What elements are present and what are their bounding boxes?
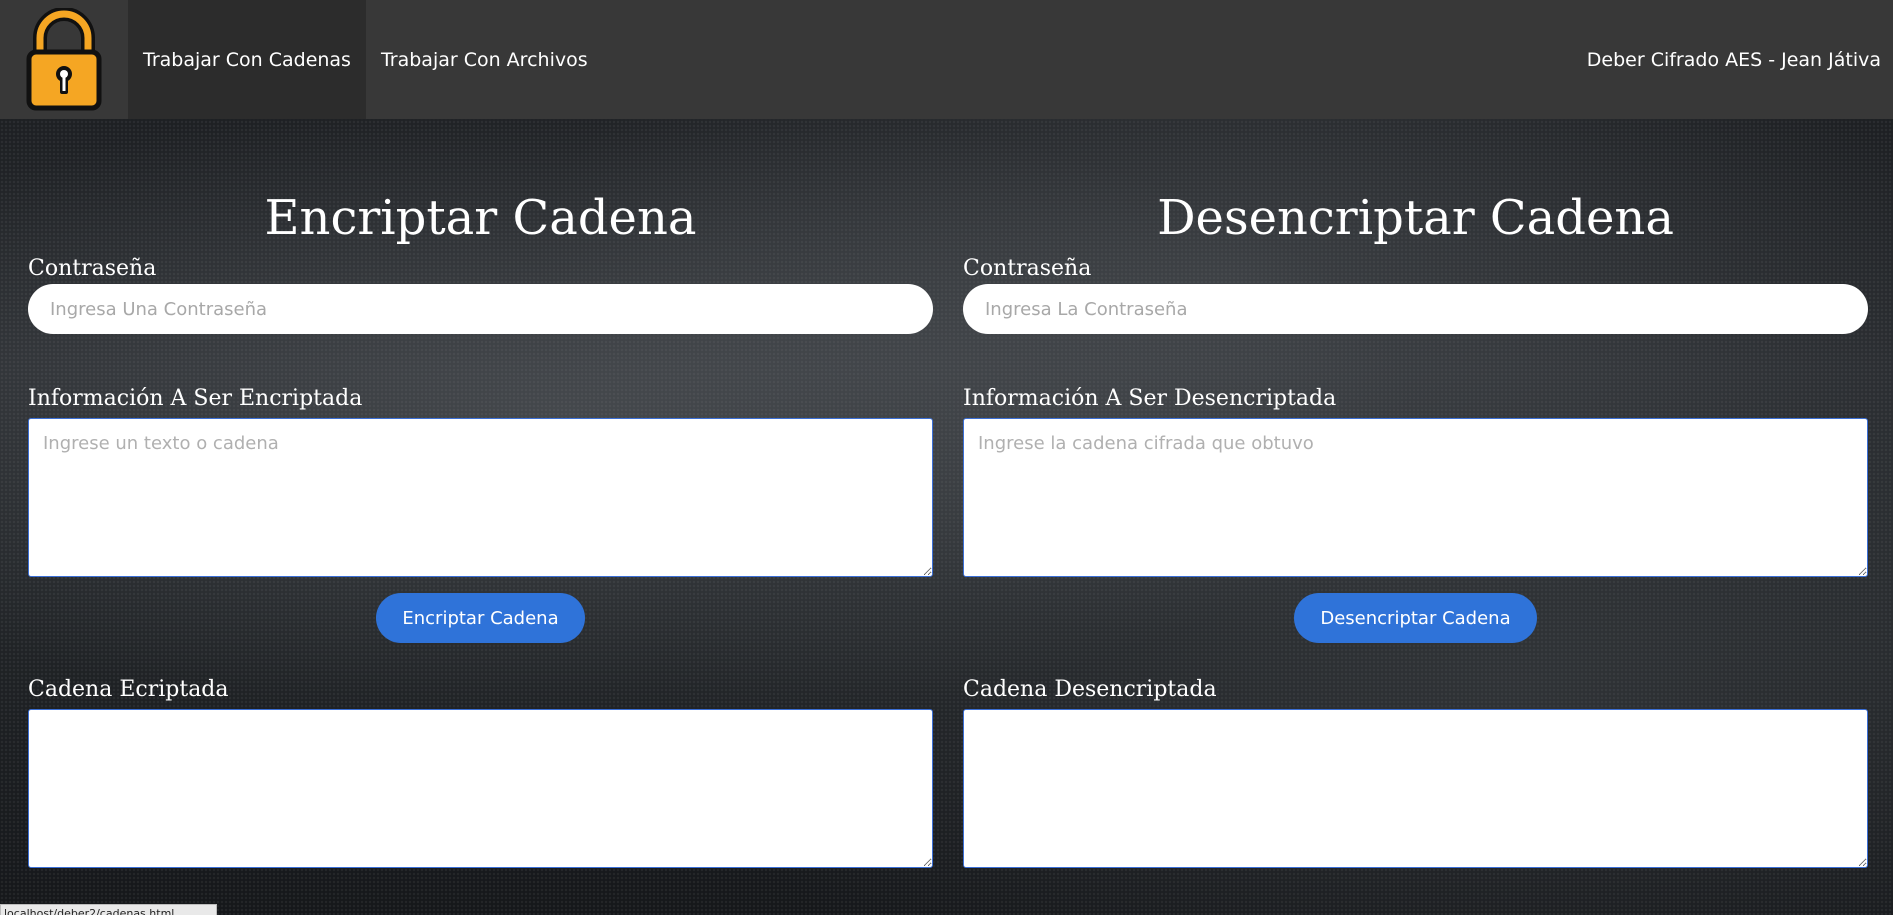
- decrypt-title: Desencriptar Cadena: [1157, 190, 1674, 246]
- decrypt-info-textarea[interactable]: [963, 418, 1868, 577]
- encrypt-info-label: Información A Ser Encriptada: [28, 386, 363, 411]
- decrypt-result-textarea[interactable]: [963, 709, 1868, 868]
- encrypt-result-textarea[interactable]: [28, 709, 933, 868]
- encrypt-title: Encriptar Cadena: [264, 190, 697, 246]
- decrypt-button-row: Desencriptar Cadena: [963, 593, 1868, 643]
- encrypt-info-textarea[interactable]: [28, 418, 933, 577]
- decrypt-button[interactable]: Desencriptar Cadena: [1294, 593, 1537, 643]
- navbar-author-text: Deber Cifrado AES - Jean Játiva: [1586, 48, 1881, 71]
- encrypt-panel: Encriptar Cadena Contraseña Información …: [28, 185, 933, 868]
- status-bar-url: localhost/deber2/cadenas.html: [0, 904, 217, 915]
- encrypt-password-label: Contraseña: [28, 256, 157, 281]
- nav-link-archivos[interactable]: Trabajar Con Archivos: [366, 0, 603, 119]
- encrypt-button-row: Encriptar Cadena: [28, 593, 933, 643]
- encrypt-password-input[interactable]: [28, 284, 933, 334]
- padlock-icon: [26, 7, 102, 110]
- decrypt-panel: Desencriptar Cadena Contraseña Informaci…: [963, 185, 1868, 868]
- decrypt-password-label: Contraseña: [963, 256, 1092, 281]
- nav-link-cadenas[interactable]: Trabajar Con Cadenas: [128, 0, 366, 119]
- decrypt-info-label: Información A Ser Desencriptada: [963, 386, 1337, 411]
- encrypt-button[interactable]: Encriptar Cadena: [376, 593, 585, 643]
- brand-logo[interactable]: [0, 0, 128, 119]
- decrypt-result-label: Cadena Desencriptada: [963, 677, 1217, 702]
- decrypt-password-input[interactable]: [963, 284, 1868, 334]
- top-navbar: Trabajar Con Cadenas Trabajar Con Archiv…: [0, 0, 1893, 119]
- encrypt-result-label: Cadena Ecriptada: [28, 677, 229, 702]
